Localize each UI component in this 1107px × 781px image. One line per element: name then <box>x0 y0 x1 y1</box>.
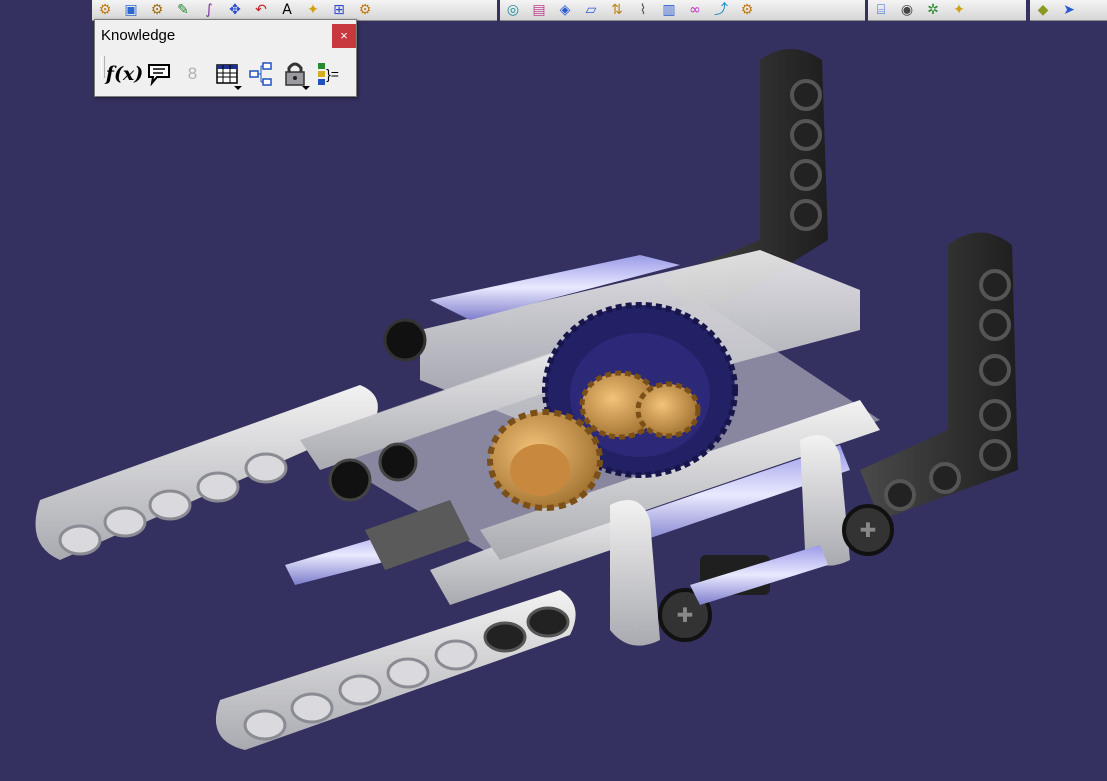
gear-icon[interactable]: ⚙ <box>92 0 118 18</box>
parts-icon[interactable]: ◈ <box>552 0 578 18</box>
camera-icon[interactable]: ◉ <box>894 0 920 18</box>
lock-icon[interactable] <box>279 58 310 90</box>
knowledge-icons: f(x) 8}= <box>106 58 344 90</box>
lamp-icon[interactable]: ✦ <box>300 0 326 18</box>
undo-icon[interactable]: ↶ <box>248 0 274 18</box>
chevron-down-icon[interactable] <box>234 86 242 90</box>
toolbar-grip[interactable] <box>101 56 105 78</box>
lamp-icon[interactable]: ✦ <box>946 0 972 18</box>
top-toolbar-group-3: ⌸ ◉ ✲ ✦ <box>868 0 1026 21</box>
pose-icon[interactable]: ✲ <box>920 0 946 18</box>
top-toolbar-group-4: ◆ ➤ <box>1030 0 1107 21</box>
catalog-icon[interactable]: ◎ <box>500 0 526 18</box>
paperclip-icon[interactable]: ⌇ <box>630 0 656 18</box>
comment-icon[interactable] <box>143 58 174 90</box>
text-icon[interactable]: A <box>274 0 300 18</box>
knowledge-toolbar-title: Knowledge <box>101 27 176 44</box>
formula-icon[interactable]: f(x) <box>106 58 143 90</box>
relation-icon[interactable]: ⊞ <box>326 0 352 18</box>
link-icon[interactable]: ∞ <box>682 0 708 18</box>
svg-text:✚: ✚ <box>860 518 877 542</box>
grey-beam-left <box>35 385 378 560</box>
wand-icon[interactable]: ⤴ <box>708 0 734 18</box>
3d-viewport[interactable]: ✚ ✚ <box>0 0 1107 776</box>
grey-beam-front <box>215 590 576 750</box>
black-bushings: ✚ ✚ <box>658 504 894 642</box>
top-toolbar-group-1: ⚙ ▣ ⚙ ✎ ∫ ✥ ↶ A ✦ ⊞ ⚙ <box>92 0 497 21</box>
equivalent-icon[interactable]: }= <box>313 58 344 90</box>
plane-icon[interactable]: ▱ <box>578 0 604 18</box>
gear-icon[interactable]: ⚙ <box>734 0 760 18</box>
table-icon[interactable] <box>211 58 242 90</box>
cube-icon[interactable]: ◆ <box>1030 0 1056 18</box>
knowledge-toolbar[interactable]: Knowledge × f(x) 8}= <box>94 19 357 97</box>
svg-text:✚: ✚ <box>677 603 694 627</box>
table-grid-icon <box>215 64 238 84</box>
document-icon[interactable]: ▥ <box>656 0 682 18</box>
dark-beam-right <box>860 232 1018 520</box>
gear-icon[interactable]: ⚙ <box>352 0 378 18</box>
comment-bubble-icon <box>147 64 170 86</box>
chain-icon[interactable]: 8 <box>177 58 208 90</box>
arrows-icon[interactable]: ⇅ <box>604 0 630 18</box>
padlock-icon <box>284 62 305 86</box>
close-button[interactable]: × <box>332 24 356 48</box>
chevron-down-icon[interactable] <box>302 86 310 90</box>
assembly-model: ✚ ✚ <box>35 49 1018 750</box>
edit-icon[interactable]: ✎ <box>170 0 196 18</box>
parameters-tree-icon[interactable] <box>245 58 276 90</box>
curve-icon[interactable]: ∫ <box>196 0 222 18</box>
image-icon[interactable]: ▣ <box>118 0 144 18</box>
box-icon[interactable]: ▤ <box>526 0 552 18</box>
move-icon[interactable]: ✥ <box>222 0 248 18</box>
top-toolbar-group-2: ◎ ▤ ◈ ▱ ⇅ ⌇ ▥ ∞ ⤴ ⚙ <box>500 0 865 21</box>
sweep-icon[interactable]: ➤ <box>1056 0 1082 18</box>
tree-icon <box>248 62 272 86</box>
cylinder-icon[interactable]: ⌸ <box>868 0 894 18</box>
gear-icon[interactable]: ⚙ <box>144 0 170 18</box>
equivalent-bars-icon <box>318 63 326 85</box>
